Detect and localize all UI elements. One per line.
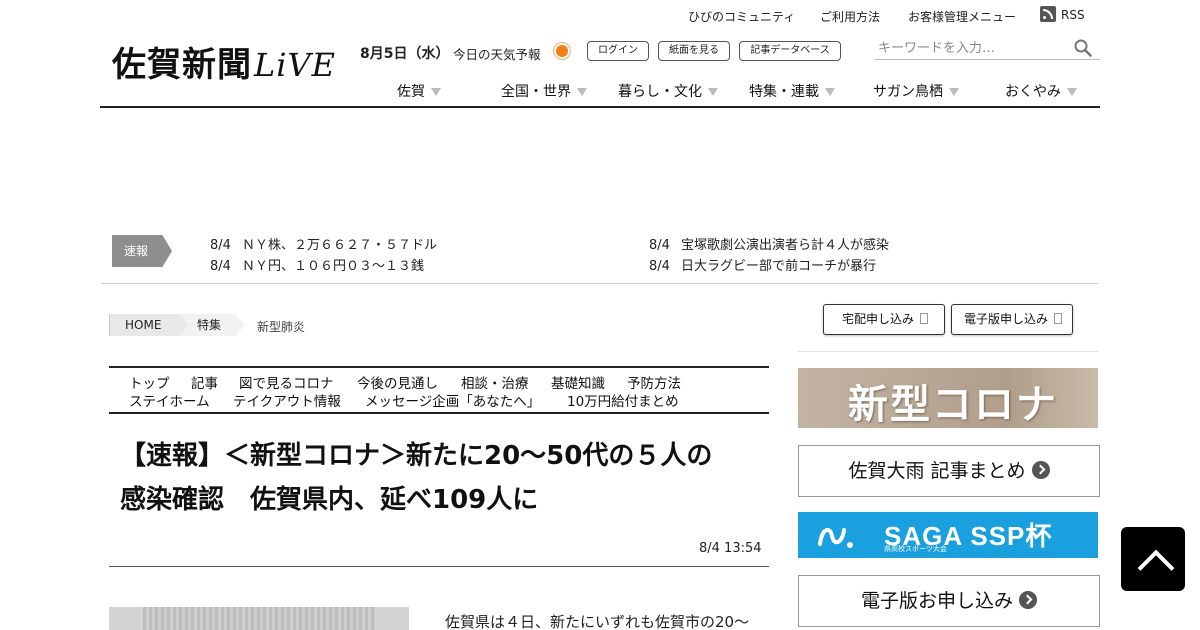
breaking-item[interactable]: 8/4 ＮＹ円、１０６円０３～１３銭 [210,255,424,274]
nav-life-culture[interactable]: 暮らし・文化 [618,81,718,101]
ssp-logo-icon [818,527,853,548]
document-icon [920,313,929,324]
link-rss[interactable]: RSS [1061,8,1085,24]
subnav-articles[interactable]: 記事 [191,372,218,392]
article-title: 【速報】＜新型コロナ＞新たに20～50代の５人の 感染確認 佐賀県内、延べ109… [120,434,760,522]
nav-label: 全国・世界 [501,84,571,100]
link-usage[interactable]: ご利用方法 [820,8,880,24]
subnav-consultation[interactable]: 相談・治療 [461,372,529,392]
digital-subscription-button[interactable]: 電子版申し込み [951,304,1073,335]
article-timestamp: 8/4 13:54 [699,541,762,556]
view-paper-button[interactable]: 紙面を見る [658,41,730,61]
scroll-to-top-button[interactable] [1121,527,1185,591]
nav-label: 暮らし・文化 [618,84,702,100]
logo-live: LiVE [254,46,336,84]
link-label: 電子版お申し込み [860,590,1013,612]
subnav-takeout[interactable]: テイクアウト情報 [233,390,341,410]
button-label: 宅配申し込み [842,312,915,326]
arrow-right-circle-icon [1019,591,1037,609]
caret-down-icon [708,87,718,96]
caret-down-icon [1067,87,1077,96]
caret-down-icon [431,87,441,96]
link-account-menu[interactable]: お客様管理メニュー [908,8,1016,24]
subnav-corona-charts[interactable]: 図で見るコロナ [239,372,334,392]
breaking-item[interactable]: 8/4 日大ラグビー部で前コーチが暴行 [649,255,876,274]
breaking-text: 日大ラグビー部で前コーチが暴行 [681,259,877,274]
breaking-text: ＮＹ円、１０６円０３～１３銭 [242,259,425,274]
nav-saga[interactable]: 佐賀 [397,81,441,101]
subnav-stay-home[interactable]: ステイホーム [129,390,210,410]
header-divider [100,106,1100,108]
article-photo[interactable] [109,607,409,630]
search-icon[interactable] [1074,39,1092,57]
caret-down-icon [825,87,835,96]
link-community[interactable]: ひびのコミュニティ [688,8,795,24]
subnav-prevention[interactable]: 予防方法 [627,372,681,392]
breaking-item[interactable]: 8/4 宝塚歌劇公演出演者ら計４人が感染 [649,234,889,253]
breaking-text: 宝塚歌劇公演出演者ら計４人が感染 [681,238,890,253]
nav-label: サガン鳥栖 [873,84,943,100]
nav-obituaries[interactable]: おくやみ [1005,81,1077,101]
breadcrumb-home[interactable]: HOME [109,314,189,336]
breaking-divider [101,283,1098,284]
rain-summary-link[interactable]: 佐賀大雨 記事まとめ [798,445,1100,497]
nav-sagan-tosu[interactable]: サガン鳥栖 [873,81,959,101]
nav-label: 特集・連載 [749,84,819,100]
covid-banner-text: 新型コロナ [848,381,1058,428]
caret-down-icon [949,87,959,96]
breaking-date: 8/4 [649,238,670,253]
button-label: 電子版申し込み [964,312,1049,326]
topic-subnav: トップ 記事 図で見るコロナ 今後の見通し 相談・治療 基礎知識 予防方法 ステ… [109,366,769,414]
subnav-basics[interactable]: 基礎知識 [551,372,605,392]
link-label: 佐賀大雨 記事まとめ [848,460,1026,482]
ssp-banner[interactable]: SAGA SSP杯 県高校スポーツ大会 [798,512,1098,558]
article-divider [109,566,769,567]
digital-apply-link[interactable]: 電子版お申し込み [798,575,1100,627]
weather-link[interactable]: 今日の天気予報 [453,44,541,63]
login-button[interactable]: ログイン [587,41,649,61]
article-body: 佐賀県は４日、新たにいずれも佐賀市の20～ [445,613,750,630]
home-delivery-button[interactable]: 宅配申し込み [823,304,945,335]
rss-icon[interactable] [1040,6,1056,22]
breadcrumb-current: 新型肺炎 [257,320,306,334]
article-title-line1: 【速報】＜新型コロナ＞新たに20～50代の５人の [120,441,713,471]
breaking-text: ＮＹ株、２万６６２７・５７ドル [242,238,438,253]
breaking-date: 8/4 [649,259,670,274]
caret-down-icon [577,87,587,96]
subnav-outlook[interactable]: 今後の見通し [357,372,438,392]
current-date: 8月5日（水） [360,46,450,62]
logo-main: 佐賀新聞 [112,45,252,85]
article-database-button[interactable]: 記事データベース [739,41,841,61]
nav-national-world[interactable]: 全国・世界 [501,81,587,101]
covid-banner[interactable]: 新型コロナ [798,368,1098,428]
search-input[interactable] [878,37,1068,59]
subnav-message[interactable]: メッセージ企画「あなたへ」 [365,390,540,410]
sun-icon[interactable] [556,45,568,57]
site-logo[interactable]: 佐賀新聞LiVE [112,44,336,86]
article-title-line2: 感染確認 佐賀県内、延べ109人に [120,485,539,515]
sidebar-divider [798,351,1098,352]
document-icon [1054,313,1063,324]
arrow-right-circle-icon [1031,461,1050,479]
nav-features[interactable]: 特集・連載 [749,81,835,101]
nav-label: 佐賀 [397,84,425,100]
nav-label: おくやみ [1005,84,1061,100]
breaking-date: 8/4 [210,238,231,253]
breaking-badge: 速報 [112,235,172,267]
search-box [874,36,1100,60]
breaking-item[interactable]: 8/4 ＮＹ株、２万６６２７・５７ドル [210,234,437,253]
ssp-subtitle: 県高校スポーツ大会 [884,545,947,553]
photo-content [143,607,375,630]
breaking-date: 8/4 [210,259,231,274]
subnav-benefit[interactable]: 10万円給付まとめ [567,390,679,410]
subnav-top[interactable]: トップ [129,372,170,392]
